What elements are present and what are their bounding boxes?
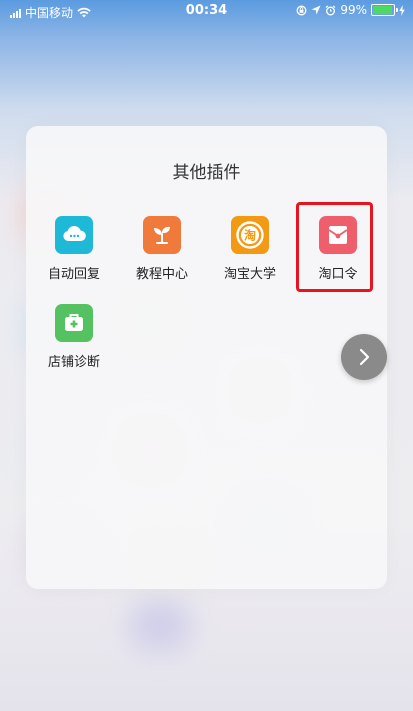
medical-kit-icon <box>65 314 83 331</box>
status-right: 99% <box>296 3 405 17</box>
screen: 中国移动 00:34 99% 其他插件 自动回复 教程中心 淘 淘宝大学 淘口令… <box>0 0 413 711</box>
plugin-tile <box>55 304 93 342</box>
taobao-glyph: 淘 <box>244 228 256 243</box>
plugin-tutorial-center[interactable]: 教程中心 <box>118 216 206 282</box>
plugin-auto-reply[interactable]: 自动回复 <box>30 216 118 282</box>
location-icon <box>311 5 321 15</box>
highlight-box <box>296 202 373 292</box>
plugin-tile <box>55 216 93 254</box>
rotation-lock-icon <box>296 5 307 15</box>
next-page-button[interactable] <box>341 334 387 380</box>
plugin-tile: 淘 <box>231 216 269 254</box>
status-bar: 中国移动 00:34 99% <box>0 0 413 22</box>
alarm-icon <box>325 4 336 15</box>
charging-bolt-icon <box>399 4 405 16</box>
plugin-shop-diagnosis[interactable]: 店铺诊断 <box>30 304 118 370</box>
background-blur <box>130 600 190 650</box>
taobao-university-icon: 淘 <box>236 221 264 249</box>
plugin-tile <box>143 216 181 254</box>
plugin-label: 自动回复 <box>47 267 100 282</box>
plugin-label: 教程中心 <box>135 267 188 282</box>
sprout-icon <box>154 226 170 244</box>
plugins-panel: 其他插件 自动回复 教程中心 淘 淘宝大学 淘口令 店铺诊断 <box>26 126 387 589</box>
plugin-label: 淘宝大学 <box>223 267 276 282</box>
panel-title: 其他插件 <box>172 163 241 183</box>
plugin-taobao-university[interactable]: 淘 淘宝大学 <box>206 216 294 282</box>
cloud-chat-icon <box>63 226 86 242</box>
plugin-label: 店铺诊断 <box>47 355 100 370</box>
battery-percent: 99% <box>340 3 367 17</box>
battery-icon <box>371 4 398 16</box>
chevron-right-icon <box>359 348 370 366</box>
